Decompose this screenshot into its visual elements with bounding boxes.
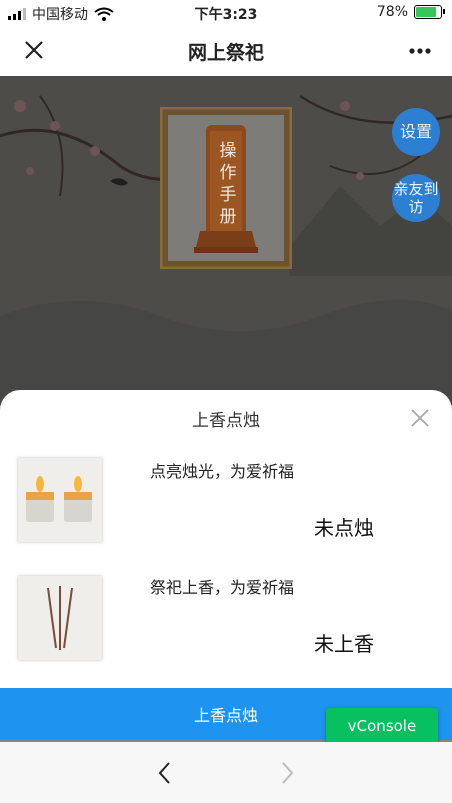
more-icon[interactable] <box>402 36 438 66</box>
page-title: 网上祭祀 <box>187 42 264 64</box>
incense-icon <box>47 586 73 650</box>
sheet-close-icon[interactable] <box>408 406 432 430</box>
candle-status: 未点烛 <box>314 516 374 540</box>
vconsole-button[interactable]: vConsole <box>326 708 438 744</box>
status-bar: 中国移动 下午3:23 78% <box>0 0 452 26</box>
visit-button[interactable]: 亲友到访 <box>392 174 440 222</box>
incense-image[interactable] <box>18 576 102 660</box>
manual-label[interactable]: 操作手册 <box>216 140 240 228</box>
forward-arrow-icon[interactable] <box>272 758 302 788</box>
settings-button[interactable]: 设置 <box>392 108 440 156</box>
candle-icon <box>26 476 92 522</box>
nav-bar: 网上祭祀 <box>0 26 452 76</box>
battery-percent: 78% <box>376 4 408 20</box>
incense-status: 未上香 <box>314 632 374 656</box>
browser-toolbar <box>0 742 452 803</box>
candle-image[interactable] <box>18 458 102 542</box>
status-right: 78% <box>376 4 445 20</box>
incense-description: 祭祀上香，为爱祈福 <box>150 578 295 597</box>
battery-icon <box>414 5 445 19</box>
back-arrow-icon[interactable] <box>150 758 180 788</box>
candle-description: 点亮烛光，为爱祈福 <box>150 462 295 481</box>
offering-sheet: 上香点烛 点亮烛光，为爱祈福 未点烛 祭祀上香，为爱祈福 未上香 <box>0 390 452 690</box>
sheet-title: 上香点烛 <box>192 411 260 431</box>
